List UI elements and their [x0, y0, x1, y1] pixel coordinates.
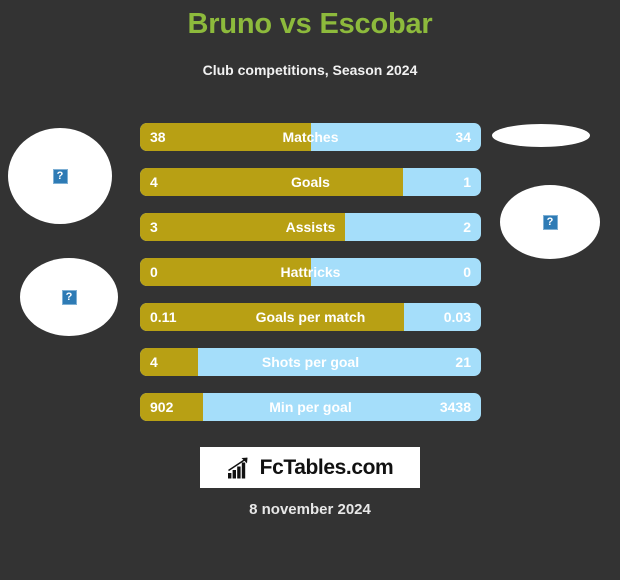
stat-label: Assists	[285, 219, 336, 235]
bar-chart-trend-icon	[227, 457, 248, 478]
broken-image-icon: ?	[52, 168, 68, 184]
page-subtitle: Club competitions, Season 2024	[202, 62, 418, 78]
stat-bar-row: 4 Goals 1	[140, 168, 481, 196]
away-stat-value: 1	[463, 174, 471, 190]
stat-label: Goals per match	[255, 309, 366, 325]
fctables-logo[interactable]: FcTables.com	[200, 447, 420, 488]
stat-label: Shots per goal	[261, 354, 360, 370]
broken-image-icon: ?	[542, 214, 558, 230]
generated-date: 8 november 2024	[249, 501, 371, 518]
home-team-logo-placeholder: ?	[20, 258, 118, 336]
stat-bar-row: 902 Min per goal 3438	[140, 393, 481, 421]
away-stat-value: 3438	[439, 399, 471, 415]
away-stat-value: 0.03	[443, 309, 471, 325]
away-stat-value: 21	[455, 354, 471, 370]
stat-bar-row: 38 Matches 34	[140, 123, 481, 151]
stat-comparison-bars: 38 Matches 34 4 Goals 1 3 Assists 2 0 Hattricks 0 0.…	[140, 123, 481, 438]
broken-image-icon: ?	[61, 289, 77, 305]
stat-bar-row: 0 Hattricks 0	[140, 258, 481, 286]
away-team-logo-placeholder	[492, 124, 590, 147]
stat-label: Hattricks	[280, 264, 341, 280]
home-player-photo-placeholder: ?	[8, 128, 112, 224]
away-player-photo-placeholder: ?	[500, 185, 600, 259]
stat-label: Min per goal	[269, 399, 352, 415]
away-stat-value: 0	[463, 264, 471, 280]
stat-label: Goals	[291, 174, 330, 190]
stat-bar-row: 4 Shots per goal 21	[140, 348, 481, 376]
stat-bar-row: 0.11 Goals per match 0.03	[140, 303, 481, 331]
away-stat-value: 2	[463, 219, 471, 235]
away-stat-value: 34	[455, 129, 471, 145]
infographic-canvas: Bruno vs Escobar Club competitions, Seas…	[0, 0, 620, 580]
page-title: Bruno vs Escobar	[187, 8, 433, 40]
stat-bar-row: 3 Assists 2	[140, 213, 481, 241]
fctables-logo-text: FcTables.com	[259, 455, 394, 479]
stat-label: Matches	[282, 129, 339, 145]
